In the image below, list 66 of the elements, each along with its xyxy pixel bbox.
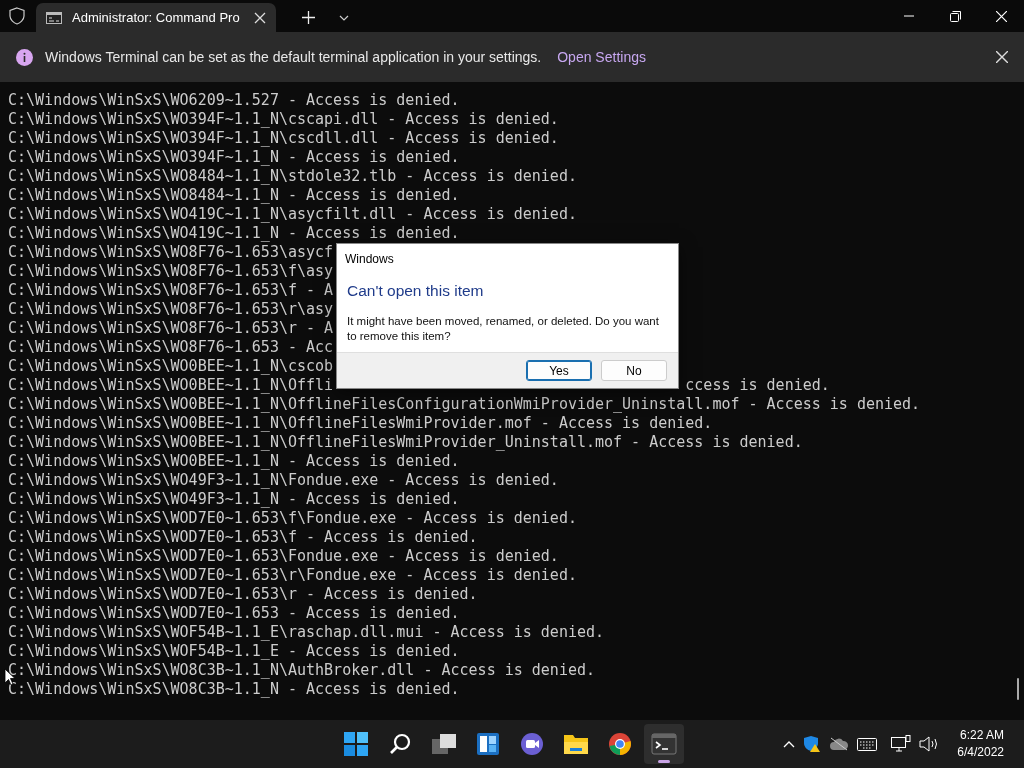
terminal-line: C:\Windows\WinSxS\WO0BEE~1.1_N\OfflineFilesWmiProvider.mof - Access is denied. bbox=[8, 414, 713, 433]
terminal-line: C:\Windows\WinSxS\WO8F76~1.653 - Acc bbox=[8, 338, 334, 357]
terminal-line: C:\Windows\WinSxS\WO8F76~1.653\f - A bbox=[8, 281, 334, 300]
search-icon bbox=[388, 732, 412, 756]
terminal-line: C:\Windows\WinSxS\WOF54B~1.1_E\raschap.dll.mui - Access is denied. bbox=[8, 623, 605, 642]
terminal-line: C:\Windows\WinSxS\WOD7E0~1.653 - Access is denied. bbox=[8, 604, 460, 623]
active-indicator bbox=[658, 760, 670, 763]
terminal-line: C:\Windows\WinSxS\WOD7E0~1.653\f\Fondue.exe - Access is denied. bbox=[8, 509, 577, 528]
terminal-line: C:\Windows\WinSxS\WOF54B~1.1_E - Access is denied. bbox=[8, 642, 460, 661]
keyboard-icon[interactable] bbox=[857, 737, 878, 751]
volume-icon[interactable] bbox=[919, 736, 940, 752]
dialog-button[interactable]: No bbox=[601, 360, 667, 381]
terminal-line: C:\Windows\WinSxS\WO0BEE~1.1_N\OfflineFilesWmiProvider_Uninstall.mof - Access is denied. bbox=[8, 433, 803, 452]
terminal-line: C:\Windows\WinSxS\WOD7E0~1.653\Fondue.exe - Access is denied. bbox=[8, 547, 559, 566]
terminal-line: C:\Windows\WinSxS\WOD7E0~1.653\r\Fondue.exe - Access is denied. bbox=[8, 566, 577, 585]
terminal-line: C:\Windows\WinSxS\WO419C~1.1_N\asycfilt.dll - Access is denied. bbox=[8, 205, 577, 224]
close-icon[interactable] bbox=[996, 51, 1008, 63]
dialog-message: It might have been moved, renamed, or deleted. Do you want to remove this item? bbox=[346, 314, 660, 344]
terminal-line: ccess is denied. bbox=[685, 376, 830, 395]
terminal-line: C:\Windows\WinSxS\WO8484~1.1_N - Access is denied. bbox=[8, 186, 460, 205]
terminal-line: C:\Windows\WinSxS\WO49F3~1.1_N - Access is denied. bbox=[8, 490, 460, 509]
windows-start-icon bbox=[344, 732, 368, 756]
tab-title: Administrator: Command Pro bbox=[72, 10, 241, 25]
terminal-line: C:\Windows\WinSxS\WO8484~1.1_N\stdole32.tlb - Access is denied. bbox=[8, 167, 577, 186]
terminal-line: C:\Windows\WinSxS\WOD7E0~1.653\r - Access is denied. bbox=[8, 585, 478, 604]
info-message: Windows Terminal can be set as the default terminal application in your settings. bbox=[45, 49, 542, 65]
scrollbar-thumb[interactable] bbox=[1017, 678, 1019, 700]
console-icon bbox=[46, 11, 62, 24]
browser-icon bbox=[608, 732, 632, 756]
network-icon[interactable] bbox=[891, 735, 912, 753]
terminal-tab[interactable]: Administrator: Command Pro bbox=[36, 3, 276, 32]
dialog-button[interactable]: Yes bbox=[526, 360, 592, 381]
terminal-line: C:\Windows\WinSxS\WO419C~1.1_N - Access is denied. bbox=[8, 224, 460, 243]
clock[interactable]: 6:22 AM 6/4/2022 bbox=[957, 727, 1004, 761]
task-view-icon bbox=[431, 732, 457, 756]
terminal-line: C:\Windows\WinSxS\WO394F~1.1_N\cscapi.dll - Access is denied. bbox=[8, 110, 559, 129]
widgets-icon bbox=[476, 732, 500, 756]
close-tab-icon[interactable] bbox=[254, 11, 266, 24]
terminal-line: C:\Windows\WinSxS\WO8F76~1.653\r - A bbox=[8, 319, 334, 338]
terminal-line: C:\Windows\WinSxS\WO394F~1.1_N - Access is denied. bbox=[8, 148, 460, 167]
cloud-icon[interactable] bbox=[829, 737, 850, 751]
terminal-line: C:\Windows\WinSxS\WO6209~1.527 - Access is denied. bbox=[8, 91, 460, 110]
chat-icon bbox=[520, 732, 544, 756]
info-icon bbox=[16, 48, 33, 66]
folder-icon bbox=[563, 732, 589, 756]
terminal-icon bbox=[651, 733, 677, 755]
terminal-line: C:\Windows\WinSxS\WO0BEE~1.1_N - Access is denied. bbox=[8, 452, 460, 471]
shield-warning-icon[interactable] bbox=[803, 735, 822, 753]
terminal-line: C:\Windows\WinSxS\WO49F3~1.1_N\Fondue.exe - Access is denied. bbox=[8, 471, 559, 490]
terminal-line: C:\Windows\WinSxS\WO0BEE~1.1_N\Offli bbox=[8, 376, 334, 395]
taskbar-app[interactable] bbox=[644, 724, 684, 764]
clock-time: 6:22 AM bbox=[959, 727, 1004, 744]
chevron-up-icon[interactable] bbox=[783, 740, 796, 748]
terminal-line: C:\Windows\WinSxS\WO8F76~1.653\r\asy bbox=[8, 300, 334, 319]
terminal-line: C:\Windows\WinSxS\WO394F~1.1_N\cscdll.dll - Access is denied. bbox=[8, 129, 559, 148]
terminal-line: C:\Windows\WinSxS\WO0BEE~1.1_N\OfflineFilesConfigurationWmiProvider_Uninstall.mof - Access is denied. bbox=[8, 395, 921, 414]
dialog-heading: Can't open this item bbox=[346, 281, 485, 300]
clock-date: 6/4/2022 bbox=[957, 744, 1004, 761]
terminal-line: C:\Windows\WinSxS\WO8C3B~1.1_N\AuthBroker.dll - Access is denied. bbox=[8, 661, 595, 680]
terminal-line: C:\Windows\WinSxS\WO8C3B~1.1_N - Access is denied. bbox=[8, 680, 460, 699]
terminal-line: C:\Windows\WinSxS\WO8F76~1.653\f\asy bbox=[8, 262, 334, 281]
terminal-line: C:\Windows\WinSxS\WOD7E0~1.653\f - Access is denied. bbox=[8, 528, 478, 547]
terminal-line: C:\Windows\WinSxS\WO8F76~1.653\asycf bbox=[8, 243, 334, 262]
terminal-line: C:\Windows\WinSxS\WO0BEE~1.1_N\cscob bbox=[8, 357, 334, 376]
dialog-title: Windows bbox=[344, 251, 395, 266]
open-settings-link[interactable]: Open Settings bbox=[557, 49, 646, 65]
